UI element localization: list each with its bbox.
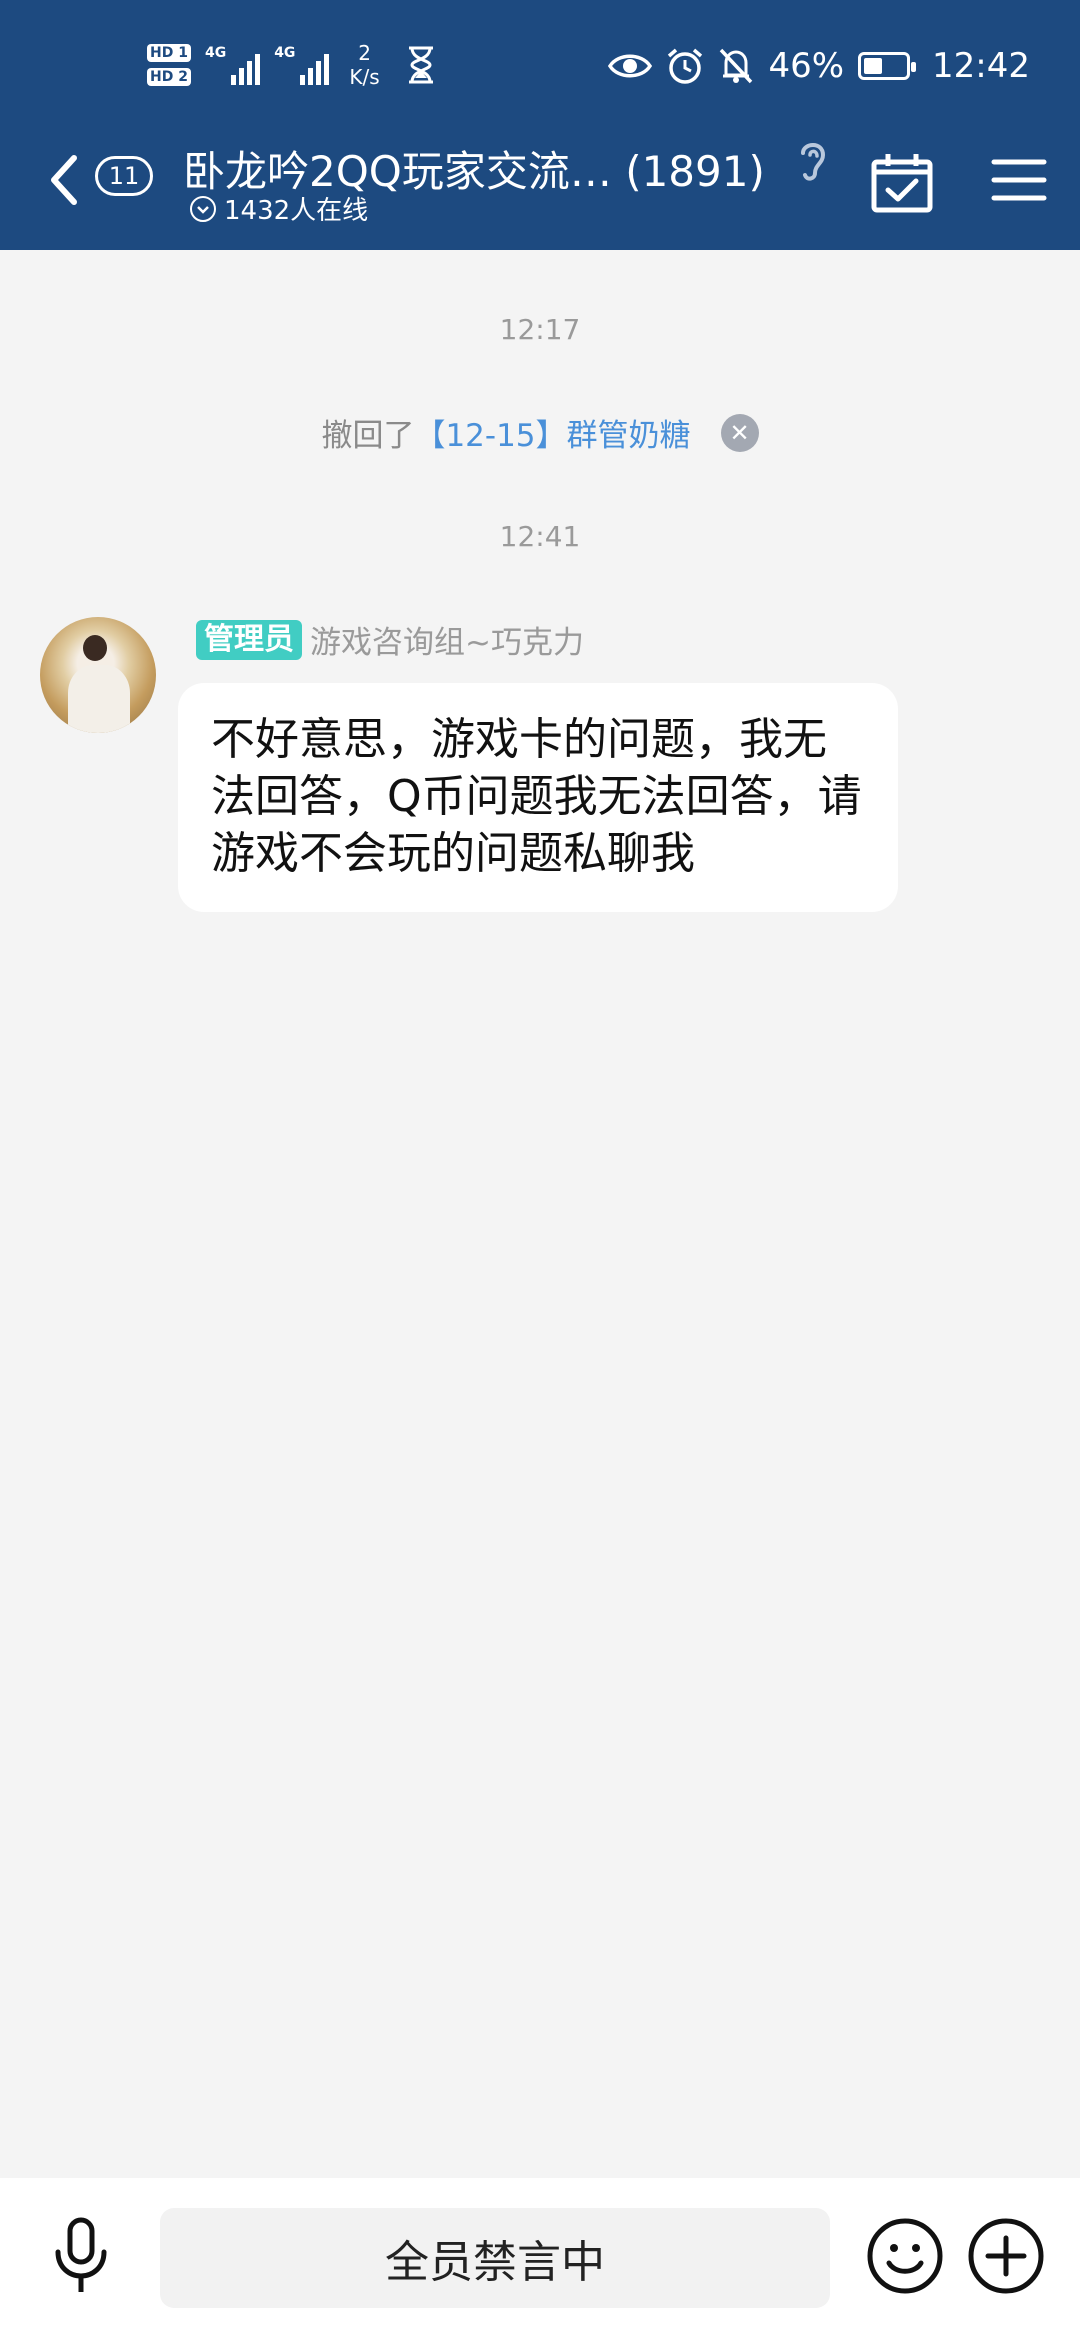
sender-info: 管理员 游戏咨询组~巧克力: [196, 617, 584, 662]
hourglass-icon: [408, 46, 433, 84]
clock: 12:42: [932, 45, 1030, 86]
timestamp-1: 12:17: [499, 313, 581, 346]
sender-name[interactable]: 游戏咨询组~巧克力: [310, 617, 584, 662]
ear-icon[interactable]: [795, 135, 831, 185]
speed-unit: K/s: [349, 65, 380, 89]
plus-icon[interactable]: [966, 2216, 1046, 2296]
mute-icon: [720, 48, 753, 83]
status-bar: HD 1 HD 2 4G 4G 2 K/s 46% 12:42: [0, 0, 1080, 120]
avatar-dress: [68, 665, 130, 733]
top-header: HD 1 HD 2 4G 4G 2 K/s 46% 12:42 11 卧龙吟2Q…: [0, 0, 1080, 250]
emoji-icon[interactable]: [865, 2216, 945, 2296]
timestamp-2: 12:41: [499, 520, 581, 553]
network-type-2: 4G: [274, 45, 296, 61]
recall-user-link[interactable]: 【12-15】群管奶糖: [414, 410, 690, 455]
battery-percent: 46%: [768, 45, 845, 86]
close-icon[interactable]: ✕: [720, 413, 759, 452]
message-bubble[interactable]: 不好意思，游戏卡的问题，我无法回答，Q币问题我无法回答，请游戏不会玩的问题私聊我: [178, 683, 898, 912]
input-bar: 全员禁言中: [0, 2178, 1080, 2340]
sim1-badge: HD 1: [147, 44, 191, 62]
online-status[interactable]: 1432人在线: [190, 190, 368, 227]
sim2-badge: HD 2: [147, 68, 191, 86]
message-input[interactable]: 全员禁言中: [160, 2208, 830, 2308]
network-speed: 2 K/s: [349, 41, 379, 89]
online-count: 1432人在线: [224, 196, 369, 226]
microphone-icon[interactable]: [48, 2216, 114, 2296]
unread-count-badge[interactable]: 11: [95, 156, 153, 196]
avatar[interactable]: [40, 617, 156, 733]
eye-icon: [608, 54, 653, 77]
signal-1-icon: 4G: [204, 45, 261, 85]
sim-indicators: HD 1 HD 2: [147, 44, 191, 86]
back-icon[interactable]: [40, 150, 90, 210]
role-badge: 管理员: [196, 619, 302, 660]
chevron-circle-icon: [190, 195, 216, 222]
status-right: 46% 12:42: [608, 38, 1030, 93]
speed-value: 2: [358, 41, 371, 65]
network-type-1: 4G: [204, 45, 227, 61]
battery-fill: [864, 57, 883, 74]
signal-2-icon: 4G: [274, 45, 330, 85]
title-bar: 11 卧龙吟2QQ玩家交流… (1891) 1432人在线: [0, 120, 1080, 250]
status-left: HD 1 HD 2 4G 4G 2 K/s: [147, 35, 436, 95]
calendar-check-icon[interactable]: [870, 150, 934, 214]
recall-notice: 撤回了 【12-15】群管奶糖 ✕: [0, 410, 1080, 455]
avatar-head: [83, 635, 107, 661]
alarm-icon: [668, 48, 703, 84]
battery-icon: [858, 51, 917, 80]
recall-prefix: 撤回了: [321, 418, 415, 454]
menu-icon[interactable]: [990, 155, 1048, 205]
